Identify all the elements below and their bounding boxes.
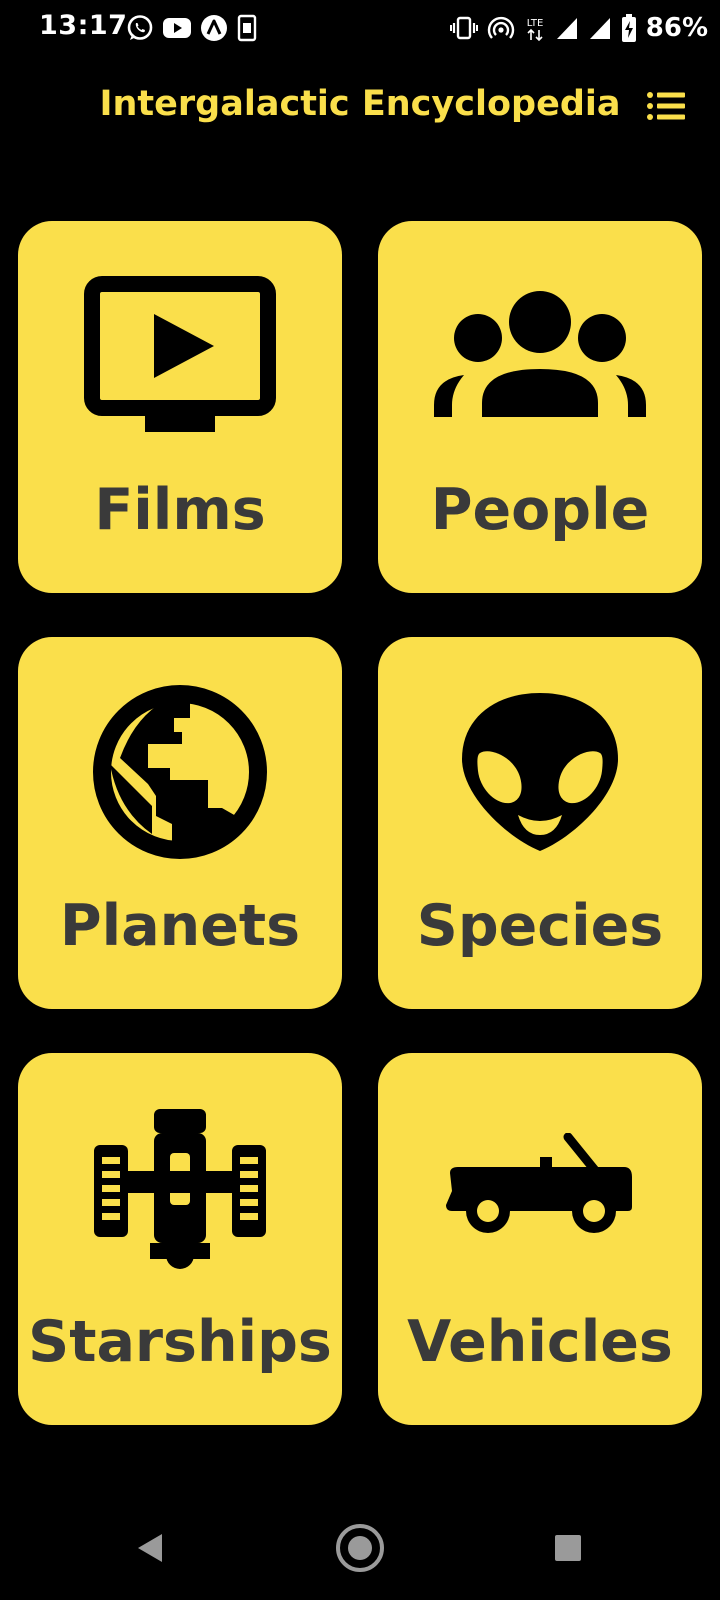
status-bar: 13:17 LTE 86% — [0, 0, 720, 56]
back-icon — [134, 1531, 166, 1569]
recents-button[interactable] — [528, 1510, 608, 1590]
status-notification-icons — [126, 12, 258, 44]
alien-icon — [378, 687, 702, 857]
home-icon — [334, 1522, 386, 1578]
sim-card-icon — [236, 14, 258, 42]
category-label: Planets — [59, 893, 301, 959]
hotspot-icon — [487, 14, 515, 42]
starship-icon — [18, 1103, 342, 1273]
lte-label: LTE — [526, 18, 543, 29]
category-label: Species — [416, 893, 664, 959]
recents-icon — [553, 1533, 583, 1567]
category-label: Vehicles — [407, 1309, 673, 1375]
category-card-people[interactable]: People — [378, 221, 702, 593]
category-card-species[interactable]: Species — [378, 637, 702, 1009]
list-icon — [646, 90, 686, 126]
app-bar: Intergalactic Encyclopedia — [0, 70, 720, 148]
category-grid: Films People Planets Species Starships V… — [18, 221, 702, 1425]
category-label: People — [430, 477, 650, 543]
category-card-vehicles[interactable]: Vehicles — [378, 1053, 702, 1425]
whatsapp-icon — [126, 14, 154, 42]
status-time: 13:17 — [39, 10, 128, 41]
people-group-icon — [378, 271, 702, 441]
back-button[interactable] — [110, 1510, 190, 1590]
category-card-starships[interactable]: Starships — [18, 1053, 342, 1425]
menu-button[interactable] — [642, 84, 690, 132]
battery-percent: 86% — [645, 13, 708, 43]
vibrate-icon — [449, 15, 478, 41]
tv-play-icon — [18, 271, 342, 441]
youtube-icon — [162, 16, 192, 40]
system-nav-bar — [0, 1510, 720, 1600]
signal-icon — [588, 15, 612, 41]
battery-charging-icon — [621, 13, 637, 43]
category-label: Starships — [28, 1309, 332, 1375]
home-button[interactable] — [320, 1510, 400, 1590]
signal-icon — [555, 15, 579, 41]
category-label: Films — [94, 477, 266, 543]
category-card-films[interactable]: Films — [18, 221, 342, 593]
car-icon — [378, 1103, 702, 1273]
lte-icon: LTE — [524, 14, 546, 42]
app-icon — [200, 14, 228, 42]
category-card-planets[interactable]: Planets — [18, 637, 342, 1009]
status-system-icons: LTE 86% — [449, 12, 708, 44]
app-title: Intergalactic Encyclopedia — [99, 84, 621, 124]
globe-icon — [18, 685, 342, 859]
